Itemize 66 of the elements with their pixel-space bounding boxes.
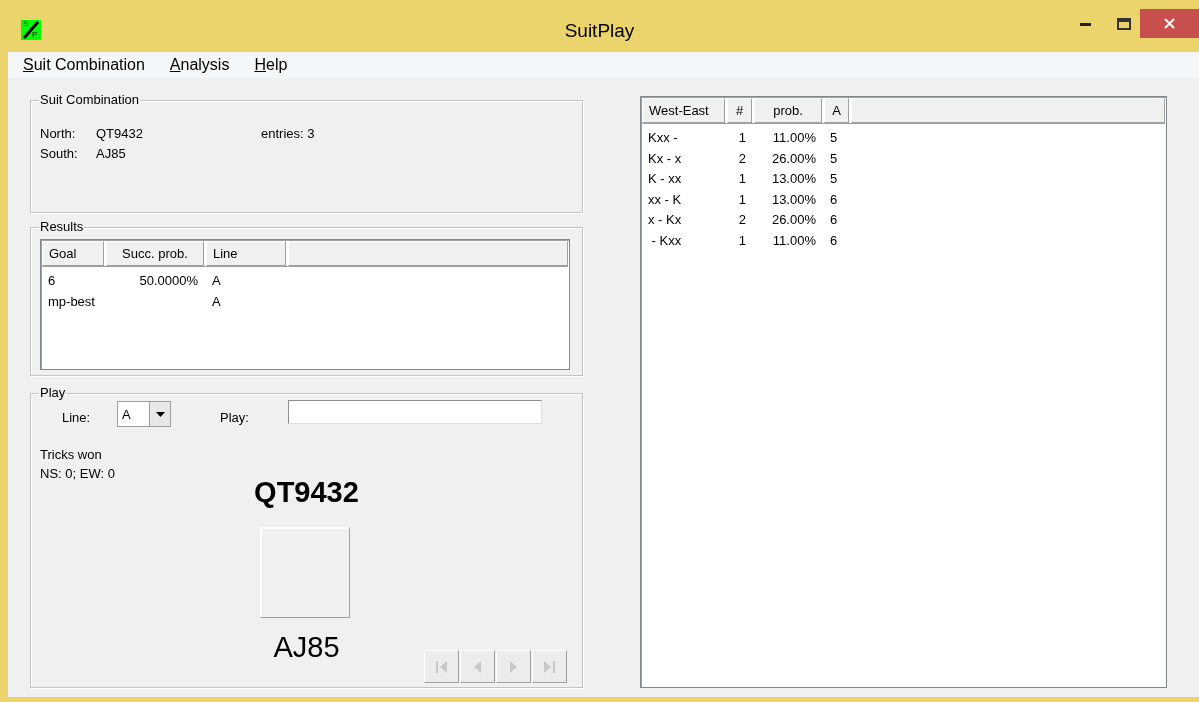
column-header[interactable]: Line bbox=[206, 241, 286, 266]
maximize-icon bbox=[1117, 18, 1131, 30]
table-cell: 13.00% bbox=[771, 171, 816, 186]
menu-item[interactable]: Analysis bbox=[166, 55, 233, 75]
south-hand: AJ85 bbox=[96, 146, 126, 161]
table-cell: 26.00% bbox=[771, 212, 816, 227]
table-cell: 6 bbox=[830, 232, 838, 248]
table-cell: mp-best bbox=[48, 293, 95, 309]
group-title: Play bbox=[39, 385, 67, 400]
north-label: North: bbox=[40, 126, 76, 141]
table-cell: 2 bbox=[738, 150, 746, 166]
minimize-icon bbox=[1079, 22, 1091, 26]
table-cell: 1 bbox=[738, 130, 746, 145]
play-label: Play: bbox=[220, 410, 249, 425]
table-cell: 13.00% bbox=[771, 191, 816, 207]
app-icon: S P bbox=[21, 20, 41, 40]
table-cell: 1 bbox=[738, 171, 746, 186]
table-cell: 5 bbox=[830, 171, 838, 186]
table-cell: x - Kx bbox=[648, 212, 682, 227]
table-cell: 1 bbox=[738, 191, 746, 207]
table-cell: 5 bbox=[830, 150, 838, 166]
south-hand: AJ85 bbox=[273, 630, 340, 664]
table-cell: K - xx bbox=[648, 171, 682, 186]
column-header[interactable]: West-East bbox=[642, 98, 725, 123]
north-hand: QT9432 bbox=[96, 126, 143, 141]
first-icon bbox=[436, 660, 447, 673]
table-cell: 6 bbox=[830, 212, 838, 227]
play-field[interactable] bbox=[288, 400, 542, 424]
table-cell: 50.0000% bbox=[139, 273, 198, 288]
column-header[interactable]: prob. bbox=[754, 98, 822, 123]
table-cell: 6 bbox=[830, 191, 838, 207]
next-icon bbox=[510, 660, 517, 673]
group-title: Results bbox=[39, 219, 85, 234]
table-cell-text: - Kxx bbox=[650, 232, 682, 248]
close-icon bbox=[1164, 18, 1175, 29]
table-cell: 11.00% bbox=[772, 232, 816, 248]
table-cell: Kx - x bbox=[648, 150, 682, 166]
entries-count: entries: 3 bbox=[261, 126, 315, 141]
column-header[interactable]: Goal bbox=[42, 241, 104, 266]
table-cell: 26.00% bbox=[771, 150, 816, 166]
menu-item[interactable]: Help bbox=[251, 55, 291, 75]
column-header[interactable]: # bbox=[727, 98, 752, 123]
tricks-title: Tricks won bbox=[40, 447, 102, 462]
tricks-score: NS: 0; EW: 0 bbox=[40, 466, 115, 481]
table-cell: 1 bbox=[738, 232, 746, 248]
table-cell: 5 bbox=[830, 130, 838, 145]
table-cell: xx - K bbox=[648, 191, 682, 207]
north-hand: QT9432 bbox=[254, 475, 359, 509]
table-cell: A bbox=[212, 273, 221, 288]
window-title: SuitPlay bbox=[564, 20, 635, 42]
previous-icon bbox=[474, 660, 481, 673]
menu-item[interactable]: Suit Combination bbox=[20, 55, 148, 75]
column-header[interactable]: Succ. prob. bbox=[106, 241, 204, 266]
table-cell: 2 bbox=[738, 212, 746, 227]
last-icon bbox=[544, 660, 555, 673]
dropdown-arrow-icon bbox=[155, 411, 165, 417]
column-header[interactable]: A bbox=[824, 98, 849, 123]
table-cell: Kxx - bbox=[648, 130, 678, 145]
line-label: Line: bbox=[62, 410, 91, 425]
south-label: South: bbox=[40, 146, 78, 161]
table-cell: 6 bbox=[48, 273, 56, 288]
line-dropdown[interactable]: A bbox=[117, 401, 171, 427]
table-cell: A bbox=[212, 293, 221, 309]
table-cell: 11.00% bbox=[772, 130, 816, 145]
close-button[interactable] bbox=[1140, 9, 1199, 38]
group-title: Suit Combination bbox=[39, 92, 140, 107]
